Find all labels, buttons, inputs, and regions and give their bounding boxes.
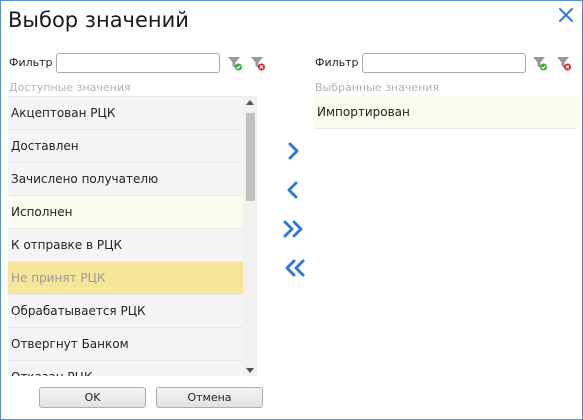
ok-button[interactable]: OK	[39, 387, 146, 408]
right-filter-label: Фильтр	[315, 56, 359, 69]
list-item[interactable]: Акцептован РЦК	[8, 97, 243, 130]
chevron-left-icon[interactable]	[280, 178, 304, 202]
available-values-caption: Доступные значения	[9, 81, 131, 94]
selected-values-list: Импортирован	[314, 96, 576, 376]
value-picker-dialog: Выбор значений Фильтр Фильтр Доступные з…	[0, 0, 583, 420]
left-filter-label: Фильтр	[9, 56, 53, 69]
list-item[interactable]: К отправке в РЦК	[8, 229, 243, 262]
list-item[interactable]: Зачислено получателю	[8, 163, 243, 196]
cancel-button[interactable]: Отмена	[156, 387, 263, 408]
filter-clear-icon[interactable]	[556, 55, 572, 71]
available-values-list: Акцептован РЦК Доставлен Зачислено получат…	[8, 96, 243, 376]
list-item[interactable]: Доставлен	[8, 130, 243, 163]
filter-apply-icon[interactable]	[532, 55, 548, 71]
available-values-scrollbar[interactable]	[243, 96, 257, 376]
close-icon[interactable]	[557, 6, 575, 24]
scroll-thumb[interactable]	[246, 113, 255, 201]
left-filter-input[interactable]	[56, 53, 220, 73]
dialog-title: Выбор значений	[8, 8, 189, 32]
double-chevron-left-icon[interactable]	[282, 256, 306, 280]
right-filter-input[interactable]	[362, 53, 526, 73]
list-item[interactable]: Исполнен	[8, 196, 243, 229]
list-item[interactable]: Импортирован	[314, 96, 576, 129]
selected-values-caption: Выбранные значения	[315, 81, 440, 94]
scroll-up-icon[interactable]	[243, 96, 257, 108]
list-item[interactable]: Не принят РЦК	[8, 262, 243, 295]
filter-apply-icon[interactable]	[227, 55, 243, 71]
list-item[interactable]: Обрабатывается РЦК	[8, 295, 243, 328]
double-chevron-right-icon[interactable]	[282, 217, 306, 241]
list-item[interactable]: Отвергнут Банком	[8, 328, 243, 361]
list-item[interactable]: Отказан РЦК	[8, 361, 243, 376]
filter-clear-icon[interactable]	[250, 55, 266, 71]
chevron-right-icon[interactable]	[282, 139, 306, 163]
scroll-down-icon[interactable]	[243, 364, 257, 376]
